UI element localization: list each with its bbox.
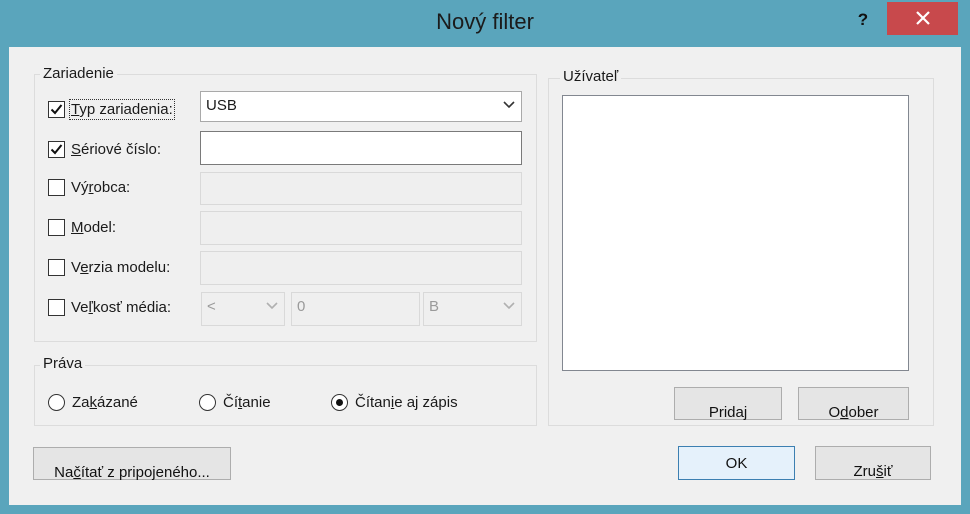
media-size-label[interactable]: Veľkosť média: — [71, 299, 171, 316]
device-type-select[interactable]: USB — [200, 91, 522, 122]
radio-read-write-label[interactable]: Čítanie aj zápis — [355, 394, 458, 411]
rights-group-title: Práva — [40, 355, 86, 372]
size-value-input[interactable]: 0 — [291, 292, 420, 326]
radio-read-label[interactable]: Čítanie — [223, 394, 271, 411]
serial-input[interactable] — [200, 131, 522, 165]
title-bar[interactable]: Nový filter ? — [0, 0, 970, 47]
dialog-title: Nový filter — [436, 9, 534, 34]
vendor-checkbox[interactable] — [48, 179, 65, 196]
user-group-title: Užívateľ — [560, 68, 622, 85]
radio-selected-dot — [336, 399, 343, 406]
radio-read-write[interactable] — [331, 394, 348, 411]
radio-read[interactable] — [199, 394, 216, 411]
device-type-value: USB — [206, 97, 237, 114]
cancel-button[interactable]: Zrušiť — [815, 446, 931, 480]
user-listbox[interactable] — [562, 95, 909, 371]
checkmark-icon — [50, 104, 63, 115]
close-button[interactable] — [887, 2, 958, 35]
dialog-client: Zariadenie Typ zariadenia: USB Sériové č… — [9, 47, 961, 505]
device-type-label[interactable]: Typ zariadenia: — [69, 99, 175, 120]
model-version-label[interactable]: Verzia modelu: — [71, 259, 170, 276]
checkmark-icon — [50, 144, 63, 155]
serial-checkbox[interactable] — [48, 141, 65, 158]
radio-forbidden-label[interactable]: Zakázané — [72, 394, 138, 411]
model-version-checkbox[interactable] — [48, 259, 65, 276]
ok-button[interactable]: OK — [678, 446, 795, 480]
size-operator-select[interactable]: < — [201, 292, 285, 326]
model-version-input[interactable] — [200, 251, 522, 285]
serial-label[interactable]: Sériové číslo: — [71, 141, 161, 158]
help-button[interactable]: ? — [848, 6, 878, 34]
close-icon — [915, 11, 930, 25]
vendor-input[interactable] — [200, 172, 522, 205]
media-size-checkbox[interactable] — [48, 299, 65, 316]
model-input[interactable] — [200, 211, 522, 245]
chevron-down-icon — [503, 101, 515, 109]
model-checkbox[interactable] — [48, 219, 65, 236]
vendor-label[interactable]: Výrobca: — [71, 179, 130, 196]
load-from-connected-button[interactable]: Načítať z pripojeného... — [33, 447, 231, 481]
device-type-checkbox[interactable] — [48, 101, 65, 118]
model-label[interactable]: Model: — [71, 219, 116, 236]
radio-forbidden[interactable] — [48, 394, 65, 411]
dialog-window: Nový filter ? Zariadenie Typ zariadenia:… — [0, 0, 970, 514]
device-group-title: Zariadenie — [40, 65, 117, 82]
chevron-down-icon — [503, 302, 515, 310]
size-unit-select[interactable]: B — [423, 292, 522, 326]
chevron-down-icon — [266, 302, 278, 310]
add-user-button[interactable]: Pridaj — [674, 387, 782, 421]
remove-user-button[interactable]: Odober — [798, 387, 909, 421]
